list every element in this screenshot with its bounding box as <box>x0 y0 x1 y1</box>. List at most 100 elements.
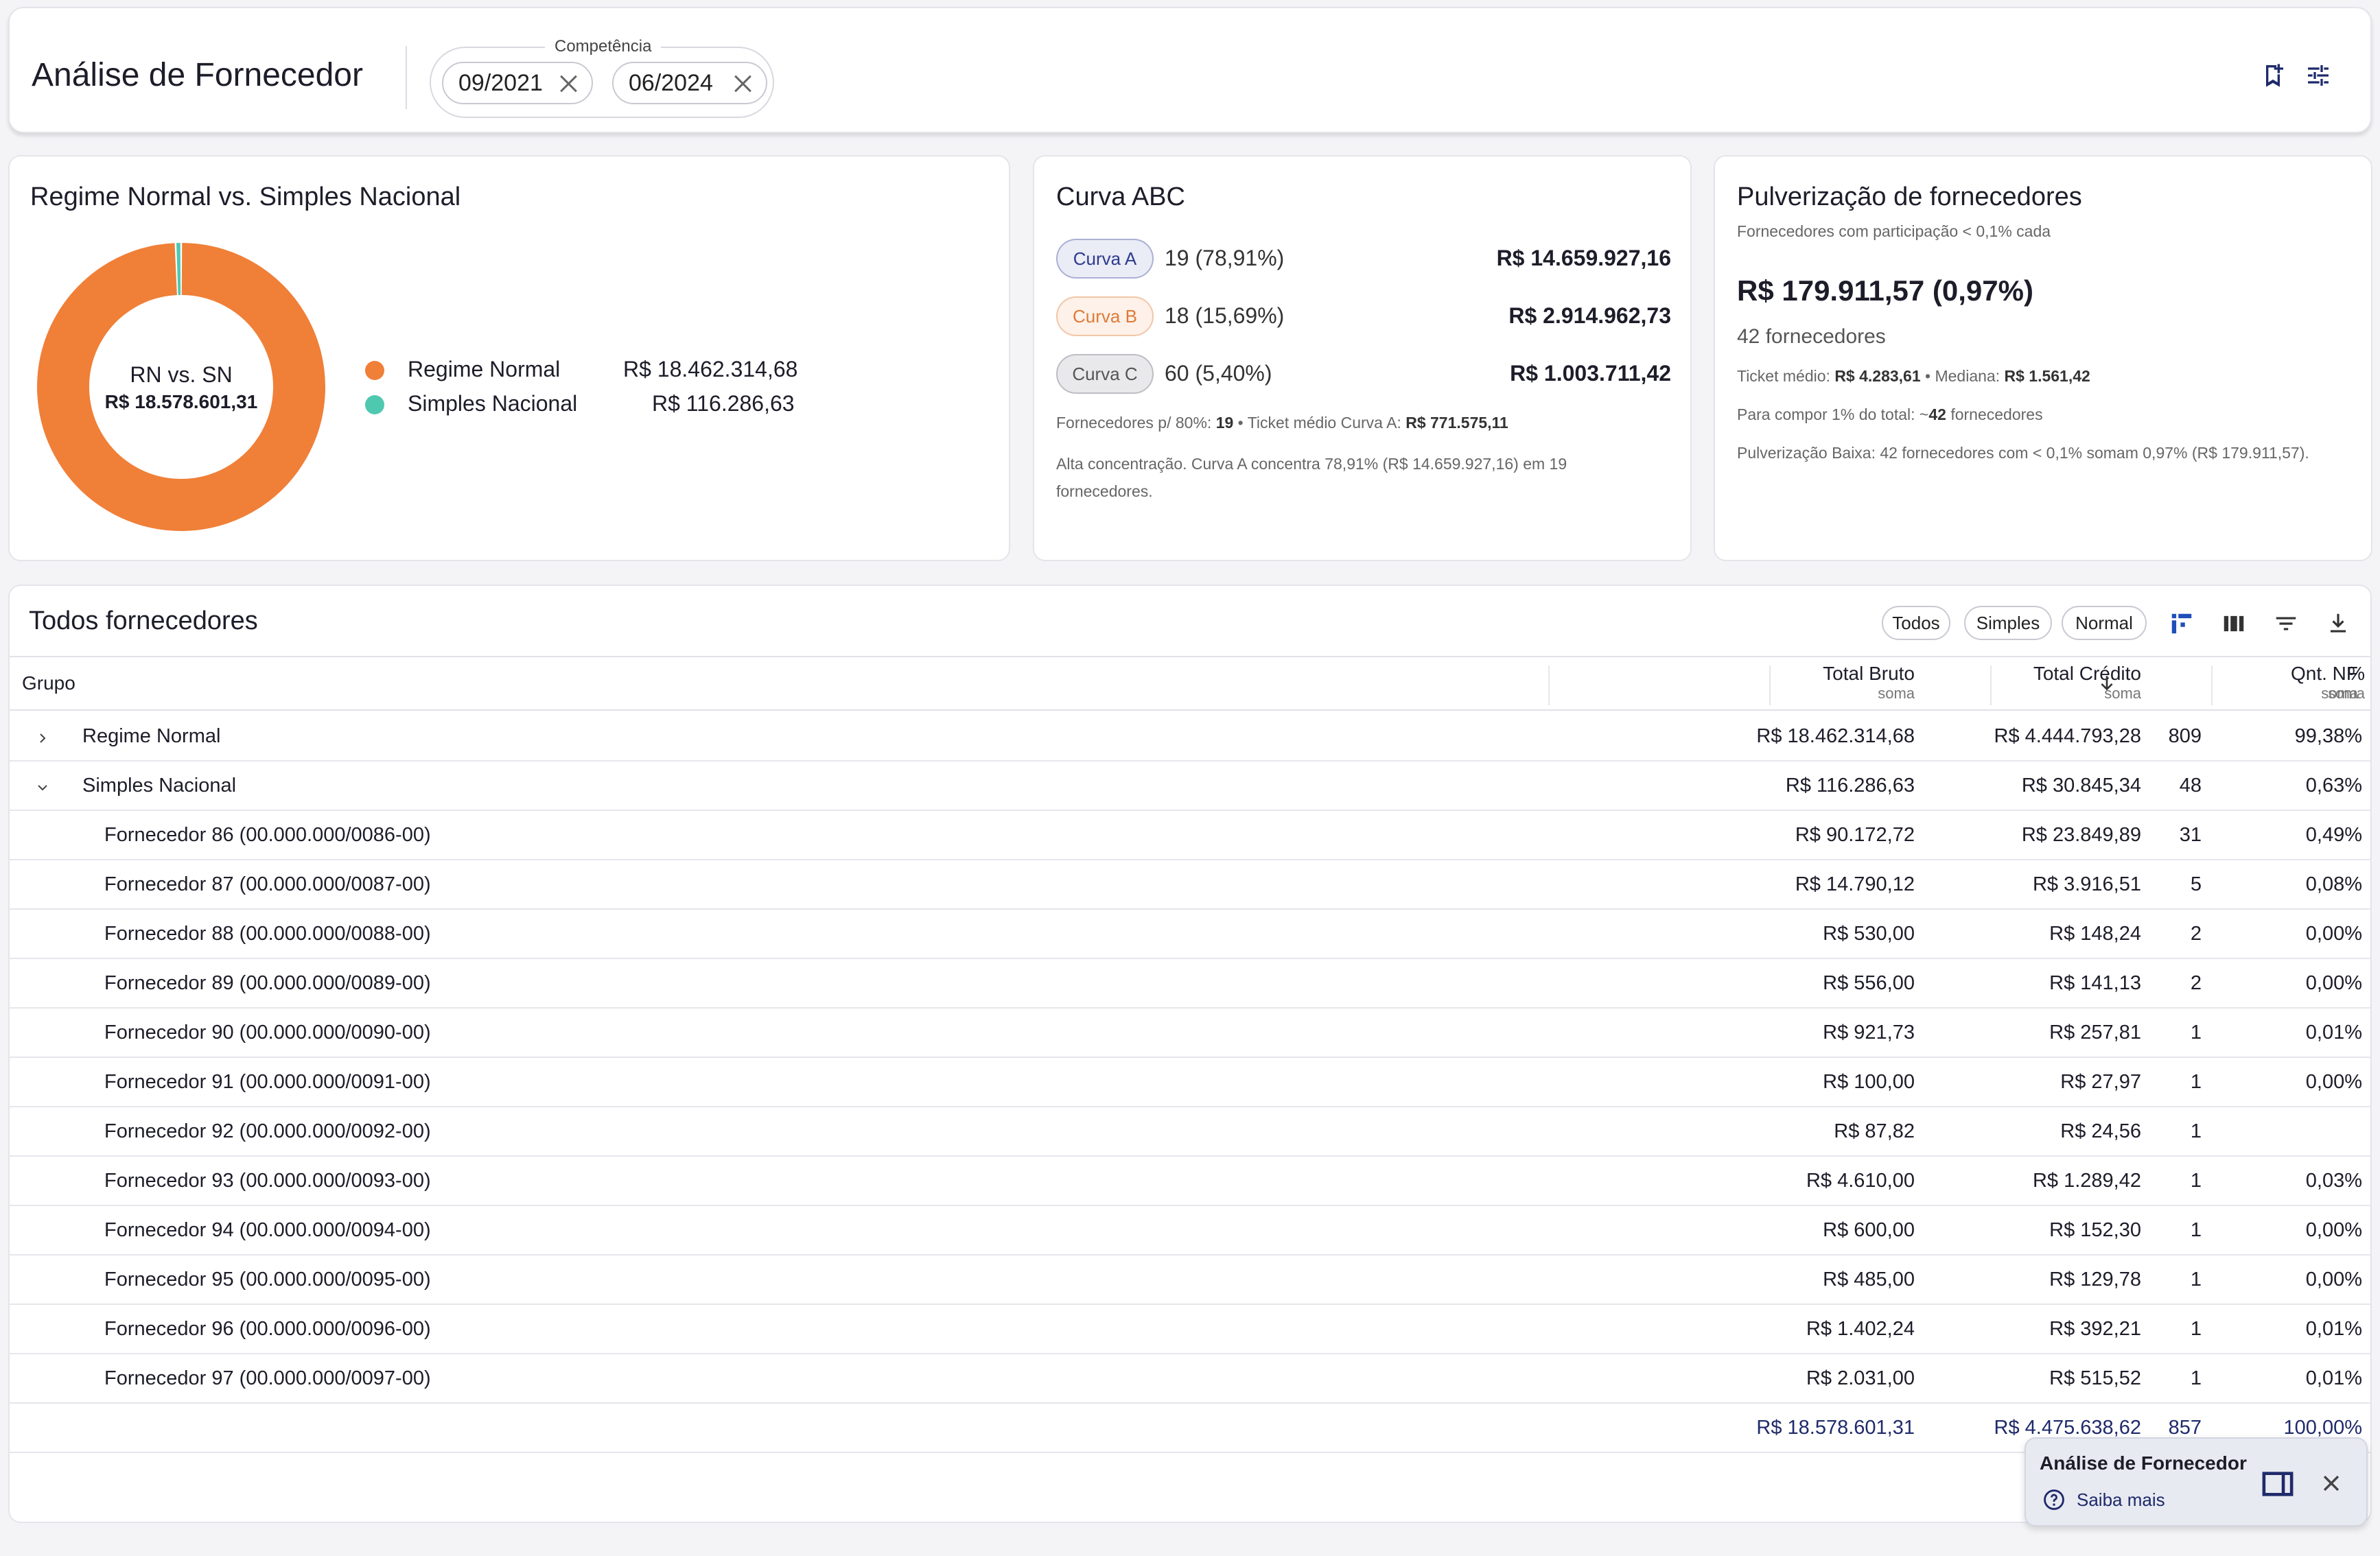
col-total-credito[interactable]: Total Crédito soma <box>2033 663 2141 703</box>
row-name: Fornecedor 89 (00.000.000/0089-00) <box>104 972 431 994</box>
cell-total-bruto: R$ 87,82 <box>1834 1120 1915 1142</box>
cell-total-bruto: R$ 921,73 <box>1823 1022 1915 1044</box>
close-icon[interactable] <box>732 73 754 95</box>
cell-percent: 0,00% <box>2305 1269 2362 1290</box>
cell-qnt-nf: 5 <box>2190 873 2202 895</box>
cell-total-credito: R$ 30.845,34 <box>2021 775 2141 797</box>
cell-qnt-nf: 809 <box>2168 725 2202 747</box>
table-row[interactable]: Fornecedor 86 (00.000.000/0086-00) R$ 90.… <box>10 811 2370 860</box>
curva-note: Alta concentração. Curva A concentra 78,… <box>1056 455 1567 500</box>
table-row[interactable]: Regime Normal R$ 18.462.314,68 R$ 4.444.79… <box>10 712 2370 762</box>
col-grupo[interactable]: Grupo <box>22 672 75 694</box>
cell-total-bruto: R$ 485,00 <box>1823 1269 1915 1290</box>
close-icon[interactable] <box>2320 1472 2343 1495</box>
cell-qnt-nf: 2 <box>2190 972 2202 994</box>
card-title: Curva ABC <box>1056 182 1185 211</box>
table-row[interactable]: Fornecedor 88 (00.000.000/0088-00) R$ 530… <box>10 910 2370 959</box>
legend-value: R$ 116.286,63 <box>652 391 795 416</box>
side-panel-icon[interactable] <box>2262 1470 2294 1498</box>
cell-qnt-nf: 857 <box>2168 1417 2202 1439</box>
competencia-filter: Competência 09/2021 06/2024 <box>430 37 774 118</box>
legend-label: Regime Normal <box>408 357 561 381</box>
curva-c-count: 60 (5,40%) <box>1165 361 1272 386</box>
pulverizacao-count: 42 fornecedores <box>1737 325 1886 348</box>
filter-normal[interactable]: Normal <box>2062 606 2147 640</box>
chevron-right-icon[interactable] <box>37 733 48 744</box>
cell-percent: 0,01% <box>2305 1367 2362 1389</box>
table-row[interactable]: Fornecedor 91 (00.000.000/0091-00) R$ 100… <box>10 1058 2370 1107</box>
help-circle-icon[interactable] <box>2042 1488 2066 1511</box>
cell-percent: 0,00% <box>2305 923 2362 945</box>
curva-b-count: 18 (15,69%) <box>1165 303 1285 328</box>
bookmark-icon[interactable] <box>2259 62 2287 89</box>
row-name: Fornecedor 86 (00.000.000/0086-00) <box>104 824 431 846</box>
col-total-bruto[interactable]: Total Bruto soma <box>1823 663 1915 703</box>
table-row[interactable]: Fornecedor 97 (00.000.000/0097-00) R$ 2.0… <box>10 1354 2370 1404</box>
row-name: Fornecedor 93 (00.000.000/0093-00) <box>104 1170 431 1192</box>
cell-percent: 0,49% <box>2305 824 2362 846</box>
cell-qnt-nf: 48 <box>2179 775 2202 797</box>
chevron-down-icon[interactable] <box>37 782 48 793</box>
cell-total-bruto: R$ 90.172,72 <box>1795 824 1915 846</box>
filter-icon[interactable] <box>2273 611 2299 637</box>
curva-c-value: R$ 1.003.711,42 <box>1510 361 1671 386</box>
saiba-mais-link[interactable]: Saiba mais <box>2077 1489 2165 1511</box>
curva-summary: Fornecedores p/ 80%: 19 • Ticket médio C… <box>1056 414 1508 432</box>
filter-simples[interactable]: Simples <box>1964 606 2052 640</box>
fornecedores-table-card: Todos fornecedores Todos Simples Normal … <box>8 585 2372 1523</box>
curva-abc-card: Curva ABC Curva A 19 (78,91%) R$ 14.659.… <box>1033 155 1692 561</box>
row-name: Fornecedor 94 (00.000.000/0094-00) <box>104 1219 431 1241</box>
close-icon[interactable] <box>557 73 579 95</box>
legend-value: R$ 18.462.314,68 <box>623 357 798 381</box>
tune-icon[interactable] <box>2305 62 2332 89</box>
cell-total-credito: R$ 129,78 <box>2049 1269 2141 1290</box>
cell-qnt-nf: 1 <box>2190 1120 2202 1142</box>
legend-dot-simples-nacional <box>365 395 384 414</box>
table-row[interactable]: Fornecedor 92 (00.000.000/0092-00) R$ 87,… <box>10 1107 2370 1157</box>
table-row[interactable]: Fornecedor 94 (00.000.000/0094-00) R$ 600… <box>10 1206 2370 1256</box>
cell-qnt-nf: 1 <box>2190 1367 2202 1389</box>
col-percent[interactable]: % soma <box>2233 663 2365 703</box>
curva-a-count: 19 (78,91%) <box>1165 246 1285 270</box>
rn-sn-card: Regime Normal vs. Simples Nacional RN vs… <box>8 155 1010 561</box>
compor-line: Para compor 1% do total: ~42 fornecedore… <box>1737 405 2043 423</box>
columns-icon[interactable] <box>2221 611 2247 637</box>
filter-todos[interactable]: Todos <box>1882 606 1950 640</box>
curva-a-badge: Curva A <box>1056 239 1154 279</box>
card-title: Regime Normal vs. Simples Nacional <box>30 182 461 211</box>
cell-total-credito: R$ 24,56 <box>2060 1120 2141 1142</box>
table-row[interactable]: Fornecedor 90 (00.000.000/0090-00) R$ 921… <box>10 1009 2370 1058</box>
table-row[interactable]: Fornecedor 95 (00.000.000/0095-00) R$ 485… <box>10 1256 2370 1305</box>
page-title: Análise de Fornecedor <box>32 57 363 93</box>
cell-percent: 0,08% <box>2305 873 2362 895</box>
row-name: Fornecedor 97 (00.000.000/0097-00) <box>104 1367 431 1389</box>
row-name: Fornecedor 95 (00.000.000/0095-00) <box>104 1269 431 1290</box>
table-row[interactable]: Fornecedor 96 (00.000.000/0096-00) R$ 1.4… <box>10 1305 2370 1354</box>
cell-percent: 100,00% <box>2283 1417 2363 1439</box>
pulverizacao-value: R$ 179.911,57 (0,97%) <box>1737 274 2033 307</box>
cell-total-bruto: R$ 116.286,63 <box>1785 775 1915 797</box>
donut-center-label: RN vs. SN <box>130 362 233 387</box>
group-icon[interactable] <box>2169 611 2195 637</box>
help-toast: Análise de Fornecedor Saiba mais <box>2025 1437 2368 1526</box>
cell-qnt-nf: 31 <box>2179 824 2202 846</box>
date-from-chip[interactable]: 09/2021 <box>442 62 593 104</box>
date-to-chip[interactable]: 06/2024 <box>612 62 767 104</box>
table-row[interactable]: Fornecedor 89 (00.000.000/0089-00) R$ 556… <box>10 959 2370 1009</box>
cell-total-credito: R$ 392,21 <box>2049 1318 2141 1340</box>
cell-qnt-nf: 1 <box>2190 1170 2202 1192</box>
col-divider <box>1548 665 1550 705</box>
cell-total-credito: R$ 148,24 <box>2049 923 2141 945</box>
table-row[interactable]: Fornecedor 93 (00.000.000/0093-00) R$ 4.6… <box>10 1157 2370 1206</box>
cell-total-credito: R$ 152,30 <box>2049 1219 2141 1241</box>
cell-total-bruto: R$ 100,00 <box>1823 1071 1915 1093</box>
col-divider <box>1990 665 1992 705</box>
total-row[interactable]: R$ 18.578.601,31 R$ 4.475.638,62 857 100,00… <box>10 1404 2370 1453</box>
table-row[interactable]: Fornecedor 87 (00.000.000/0087-00) R$ 14.… <box>10 860 2370 910</box>
cell-percent: 0,63% <box>2305 775 2362 797</box>
cell-total-credito: R$ 257,81 <box>2049 1022 2141 1044</box>
sort-desc-icon[interactable] <box>2096 672 2118 694</box>
divider <box>10 709 2370 711</box>
download-icon[interactable] <box>2325 611 2351 637</box>
table-row[interactable]: Simples Nacional R$ 116.286,63 R$ 30.845,3… <box>10 762 2370 811</box>
